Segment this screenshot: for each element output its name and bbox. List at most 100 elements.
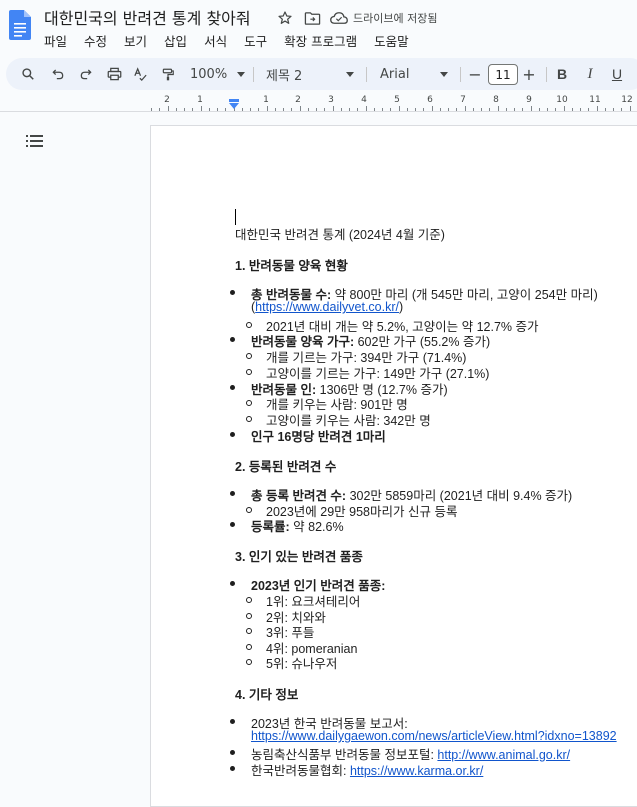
text-cursor <box>235 209 236 225</box>
sub-bullet-icon <box>246 400 252 406</box>
star-icon[interactable] <box>276 9 294 27</box>
cloud-saved-icon[interactable] <box>330 9 348 27</box>
ruler-label: 8 <box>493 95 499 105</box>
chevron-down-icon <box>346 71 354 77</box>
ruler-label: 5 <box>394 95 400 105</box>
item-text: 약 82.6% <box>289 520 344 534</box>
menu-insert[interactable]: 삽입 <box>164 31 187 50</box>
toolbar: 100% 제목 2 Arial − 11 + B I U <box>6 58 637 90</box>
bullet-icon <box>230 432 235 437</box>
section-4-title: 4. 기타 정보 <box>235 688 299 702</box>
dailyvet-link[interactable]: https://www.dailyvet.co.kr/ <box>255 300 399 314</box>
spellcheck-button[interactable] <box>130 58 150 90</box>
menu-file[interactable]: 파일 <box>44 31 67 50</box>
menu-format[interactable]: 서식 <box>204 31 227 50</box>
sub-bullet-icon <box>246 369 252 375</box>
zoom-select[interactable]: 100% <box>190 58 246 90</box>
decrease-font-size-button[interactable]: − <box>468 58 482 90</box>
horizontal-ruler[interactable]: 2 1 1 2 3 4 5 6 7 8 9 10 11 12 <box>150 95 637 111</box>
document-heading: 대한민국 반려견 통계 (2024년 4월 기준) <box>235 228 445 242</box>
ruler-label: 1 <box>263 95 269 105</box>
chevron-down-icon <box>237 71 246 77</box>
section-1-title: 1. 반려동물 양육 현황 <box>235 259 348 273</box>
document-outline-icon[interactable] <box>26 133 44 152</box>
paragraph-style-select[interactable]: 제목 2 <box>266 58 356 90</box>
bullet-icon <box>230 385 235 390</box>
search-icon <box>22 68 34 80</box>
ruler-label: 6 <box>427 95 433 105</box>
menu-tools[interactable]: 도구 <box>244 31 267 50</box>
ruler-label: 2 <box>164 95 170 105</box>
ruler-label: 4 <box>361 95 367 105</box>
document-title[interactable]: 대한민국의 반려견 통계 찾아줘 <box>44 5 251 29</box>
bullet-icon <box>230 719 235 724</box>
paragraph-style-value: 제목 2 <box>266 68 303 84</box>
undo-icon <box>52 69 64 80</box>
zoom-value: 100% <box>190 66 228 82</box>
paint-format-button[interactable] <box>158 58 178 90</box>
list-item-link-line: (https://www.dailyvet.co.kr/) <box>251 300 404 314</box>
ruler-label: 3 <box>328 95 334 105</box>
list-item: 등록률: 약 82.6% <box>251 516 344 535</box>
sub-bullet-icon <box>246 659 252 665</box>
search-menus-button[interactable] <box>18 58 38 90</box>
bullet-icon <box>230 750 235 755</box>
list-item: 한국반려동물협회: https://www.karma.or.kr/ <box>251 760 483 779</box>
sub-bullet-icon <box>246 613 252 619</box>
sub-bullet-icon <box>246 322 252 328</box>
font-family-select[interactable]: Arial <box>380 58 450 90</box>
sub-bullet-icon <box>246 597 252 603</box>
sub-bullet-icon <box>246 416 252 422</box>
toolbar-divider <box>366 67 367 82</box>
chevron-down-icon <box>440 71 448 77</box>
toolbar-divider <box>253 67 254 82</box>
ruler-label: 9 <box>526 95 532 105</box>
ruler-label: 7 <box>460 95 466 105</box>
ruler-label: 11 <box>589 95 601 105</box>
bullet-icon <box>230 491 235 496</box>
ruler-label: 1 <box>197 95 203 105</box>
underline-button[interactable]: U <box>609 58 625 90</box>
move-folder-icon[interactable] <box>303 9 321 27</box>
top-bar: 대한민국의 반려견 통계 찾아줘 드라이브에 저장됨 파일 수정 보기 삽입 서… <box>0 0 637 54</box>
karma-link[interactable]: https://www.karma.or.kr/ <box>350 764 483 778</box>
section-2-title: 2. 등록된 반려견 수 <box>235 460 337 474</box>
sub-list-item: 5위: 슈나우저 <box>266 657 338 671</box>
menu-help[interactable]: 도움말 <box>374 31 409 50</box>
bullet-icon <box>230 522 235 527</box>
spellcheck-icon <box>133 66 147 81</box>
docs-logo-icon[interactable] <box>9 10 31 40</box>
undo-button[interactable] <box>48 58 68 90</box>
ruler-label: 10 <box>556 95 568 105</box>
toolbar-divider <box>546 67 547 82</box>
sub-bullet-icon <box>246 644 252 650</box>
item-label: 등록률: <box>251 520 290 534</box>
bullet-icon <box>230 581 235 586</box>
italic-button[interactable]: I <box>582 58 598 90</box>
menu-view[interactable]: 보기 <box>124 31 147 50</box>
bullet-icon <box>230 290 235 295</box>
increase-font-size-button[interactable]: + <box>522 58 536 90</box>
sub-bullet-icon <box>246 628 252 634</box>
section-3-title: 3. 인기 있는 반려견 품종 <box>235 550 363 564</box>
bullet-icon <box>230 337 235 342</box>
toolbar-divider <box>460 67 461 82</box>
menu-edit[interactable]: 수정 <box>84 31 107 50</box>
redo-button[interactable] <box>76 58 96 90</box>
indent-marker-icon[interactable] <box>228 99 240 110</box>
dailygaewon-link[interactable]: https://www.dailygaewon.com/news/article… <box>251 729 617 743</box>
print-button[interactable] <box>104 58 124 90</box>
menu-extensions[interactable]: 확장 프로그램 <box>284 31 357 50</box>
save-status: 드라이브에 저장됨 <box>353 12 438 25</box>
bold-button[interactable]: B <box>554 58 570 90</box>
title-actions: 드라이브에 저장됨 <box>276 8 437 28</box>
font-size-input[interactable]: 11 <box>488 64 518 85</box>
menu-bar: 파일 수정 보기 삽입 서식 도구 확장 프로그램 도움말 <box>44 31 426 50</box>
bullet-icon <box>230 766 235 771</box>
ruler-label: 12 <box>621 95 633 105</box>
sub-bullet-icon <box>246 507 252 513</box>
list-item: 인구 16명당 반려견 1마리 <box>251 430 386 444</box>
ruler-divider <box>0 111 637 112</box>
item-text: 한국반려동물협회: <box>251 764 350 778</box>
font-family-value: Arial <box>380 66 410 82</box>
